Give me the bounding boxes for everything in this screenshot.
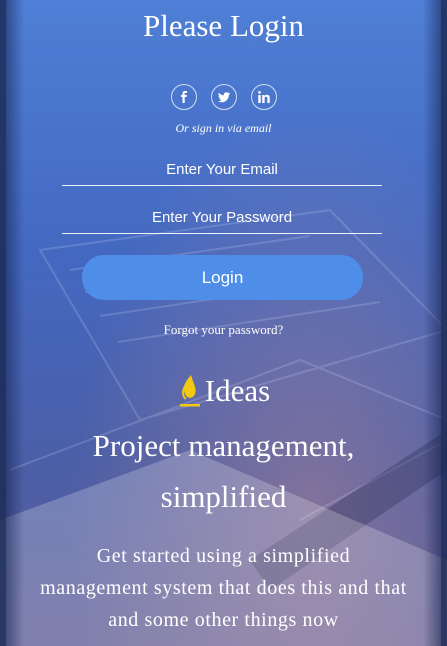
facebook-button[interactable] (170, 84, 197, 110)
brand-name: Ideas (204, 373, 271, 408)
linkedin-icon (257, 91, 270, 103)
email-field[interactable] (62, 154, 382, 186)
twitter-button[interactable] (210, 84, 237, 110)
headline: Project management, simplified (92, 428, 355, 514)
or-sign-in-text: Or sign in via email (175, 121, 272, 135)
description-text: Get started using a simplified managemen… (40, 545, 407, 631)
password-field[interactable] (62, 202, 382, 234)
brand-logo: Ideas (0, 373, 447, 409)
social-login-row (0, 84, 447, 110)
login-page: Please Login Or sign in via email Login … (0, 0, 447, 646)
linkedin-button[interactable] (250, 84, 277, 110)
login-button[interactable]: Login (82, 255, 363, 300)
flame-icon (179, 375, 200, 407)
page-title: Please Login (143, 8, 304, 43)
twitter-icon (217, 92, 230, 103)
login-card: Please Login Or sign in via email Login … (0, 0, 447, 646)
facebook-icon (180, 91, 187, 103)
forgot-password-link[interactable]: Forgot your password? (0, 322, 447, 338)
